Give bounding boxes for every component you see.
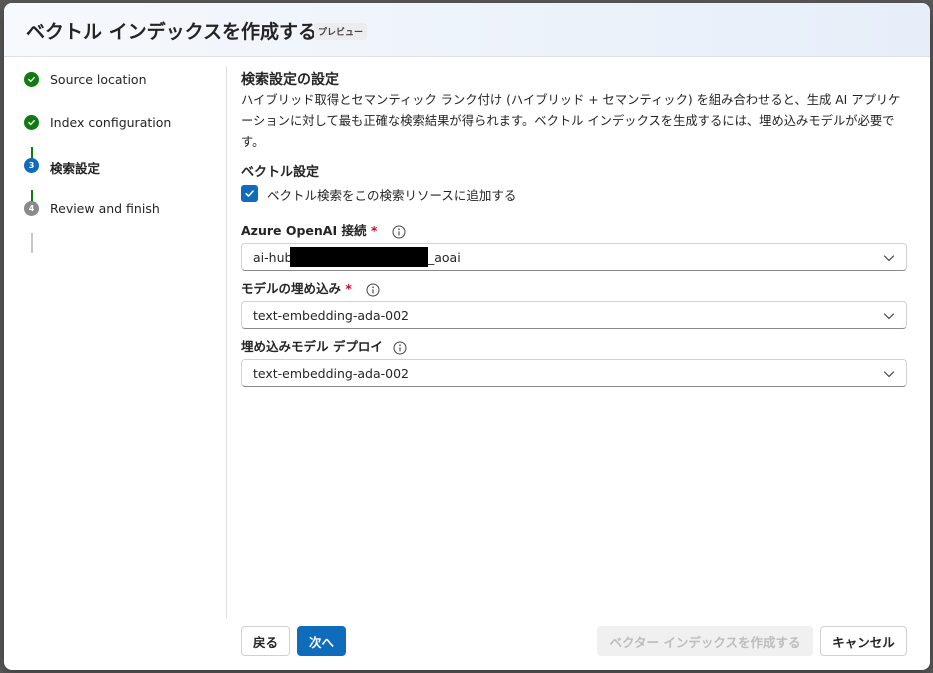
chevron-down-icon	[883, 255, 895, 262]
step-number-badge: 3	[24, 158, 39, 173]
section-description: ハイブリッド取得とセマンティック ランク付け (ハイブリッド + セマンティック…	[241, 93, 901, 149]
next-button[interactable]: 次へ	[297, 626, 346, 656]
required-mark: *	[370, 223, 378, 238]
step-connector	[31, 233, 33, 253]
embedding-deployment-label-text: 埋め込みモデル デプロイ	[241, 339, 383, 354]
checkbox-label: ベクトル検索をこの検索リソースに追加する	[267, 188, 517, 203]
connection-label-text: Azure OpenAI 接続	[241, 223, 367, 238]
step-label: Review and finish	[50, 201, 160, 216]
embedding-model-label-text: モデルの埋め込み	[241, 281, 342, 296]
info-icon[interactable]	[392, 225, 406, 239]
step-label: Index configuration	[50, 115, 172, 130]
dialog-header: ベクトル インデックスを作成する プレビュー	[4, 3, 930, 57]
checkmark-icon	[28, 119, 35, 126]
section-title: 検索設定の設定	[241, 72, 339, 88]
info-icon[interactable]	[366, 283, 380, 297]
connection-value-suffix: _aoai	[428, 250, 461, 265]
connection-label: Azure OpenAI 接続 *	[241, 220, 406, 239]
wizard-stepper: Source location Index configuration 3 検索…	[4, 57, 230, 670]
panel-divider	[226, 66, 227, 618]
embedding-deployment-value: text-embedding-ada-002	[253, 366, 410, 381]
checkmark-icon	[28, 76, 35, 83]
step-number-badge: 4	[24, 201, 39, 216]
checkbox-checked-icon[interactable]	[241, 185, 258, 202]
chevron-down-icon	[883, 371, 895, 378]
embedding-model-dropdown[interactable]: text-embedding-ada-002	[241, 301, 907, 329]
required-mark: *	[345, 281, 352, 296]
create-vector-index-button[interactable]: ベクター インデックスを作成する	[597, 626, 813, 656]
step-complete-icon	[24, 72, 39, 87]
step-label: Source location	[50, 72, 147, 87]
preview-badge: プレビュー	[314, 23, 368, 40]
vector-settings-title: ベクトル設定	[241, 165, 320, 180]
cancel-button[interactable]: キャンセル	[820, 626, 907, 656]
checkmark-icon	[245, 190, 254, 197]
embedding-deployment-label: 埋め込みモデル デプロイ	[241, 336, 407, 355]
info-icon[interactable]	[393, 341, 407, 355]
embedding-deployment-dropdown[interactable]: text-embedding-ada-002	[241, 359, 907, 387]
dialog-title: ベクトル インデックスを作成する	[26, 21, 318, 43]
embedding-model-value: text-embedding-ada-002	[253, 308, 410, 323]
chevron-down-icon	[883, 313, 895, 320]
step-label: 検索設定	[50, 161, 101, 176]
embedding-model-label: モデルの埋め込み *	[241, 278, 380, 297]
connection-value-prefix: ai-hub	[253, 250, 293, 265]
azure-openai-connection-dropdown[interactable]: ai-hub _aoai	[241, 243, 907, 271]
redacted-block	[290, 247, 428, 267]
step-complete-icon	[24, 115, 39, 130]
back-button[interactable]: 戻る	[241, 626, 290, 656]
